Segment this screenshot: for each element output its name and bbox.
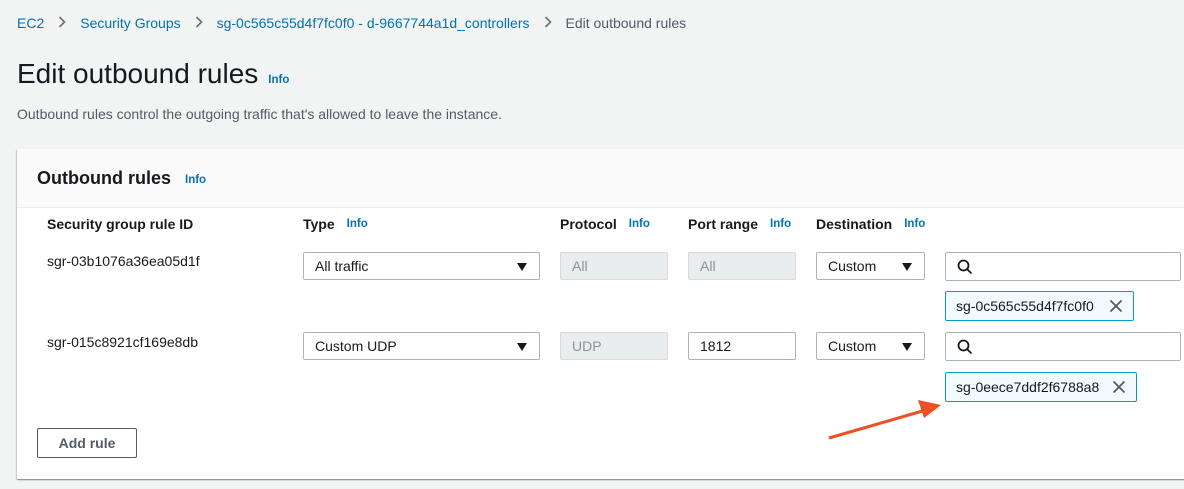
breadcrumb-current: Edit outbound rules [565,15,687,31]
panel-title: Outbound rules [37,167,171,188]
column-header-rule-id-label: Security group rule ID [47,216,194,232]
chevron-right-icon [195,15,203,31]
breadcrumb-ec2-link[interactable]: EC2 [17,15,44,31]
add-rule-button[interactable]: Add rule [37,428,137,458]
protocol-field-1: All [560,252,668,280]
type-select-1-value: All traffic [315,258,369,274]
column-header-rule-id: Security group rule ID [47,216,193,232]
port-range-input-2[interactable]: 1812 [688,332,796,360]
caret-down-icon [902,263,912,271]
destination-token-2-label: sg-0eece7ddf2f6788a8 [956,379,1100,395]
destination-token-2: sg-0eece7ddf2f6788a8 [945,372,1137,402]
page-description: Outbound rules control the outgoing traf… [17,106,502,122]
page-info-link[interactable]: Info [268,74,289,86]
rule-id-2: sgr-015c8921cf169e8db [47,334,199,350]
port-range-field-1: All [688,252,796,280]
destination-select-1[interactable]: Custom [816,252,925,280]
panel-header: Outbound rules Info [17,149,1184,208]
type-select-1[interactable]: All traffic [303,252,540,280]
destination-select-2-value: Custom [828,338,877,354]
breadcrumb: EC2 Security Groups sg-0c565c55d4f7fc0f0… [17,15,686,31]
column-header-destination: Destination Info [816,216,925,232]
search-icon [957,259,973,275]
protocol-info-link[interactable]: Info [629,218,650,230]
column-header-type: Type Info [303,216,368,232]
panel-info-link[interactable]: Info [185,174,206,186]
destination-search-input-1[interactable] [945,252,1181,281]
destination-select-1-value: Custom [828,258,877,274]
column-header-protocol: Protocol Info [560,216,650,232]
column-header-protocol-label: Protocol [560,216,617,232]
caret-down-icon [517,263,527,271]
caret-down-icon [517,343,527,351]
protocol-field-2: UDP [560,332,668,360]
destination-token-1-label: sg-0c565c55d4f7fc0f0 [956,298,1094,314]
page-header: Edit outbound rules Info [17,58,289,90]
close-icon[interactable] [1112,380,1126,394]
chevron-right-icon [544,15,552,31]
breadcrumb-security-group-link[interactable]: sg-0c565c55d4f7fc0f0 - d-9667744a1d_cont… [217,15,530,31]
column-header-type-label: Type [303,216,335,232]
chevron-right-icon [58,15,66,31]
page-title: Edit outbound rules [17,58,259,89]
port-range-info-link[interactable]: Info [770,218,791,230]
destination-info-link[interactable]: Info [904,218,925,230]
destination-token-1: sg-0c565c55d4f7fc0f0 [945,291,1134,321]
outbound-rules-panel: Outbound rules Info Security group rule … [17,149,1184,479]
close-icon[interactable] [1109,299,1123,313]
type-info-link[interactable]: Info [347,218,368,230]
column-header-port-range: Port range Info [688,216,791,232]
column-header-port-range-label: Port range [688,216,759,232]
breadcrumb-security-groups-link[interactable]: Security Groups [80,15,180,31]
rule-id-1: sgr-03b1076a36ea05d1f [47,253,200,269]
type-select-2[interactable]: Custom UDP [303,332,540,360]
type-select-2-value: Custom UDP [315,338,397,354]
search-icon [957,339,973,355]
destination-select-2[interactable]: Custom [816,332,925,360]
column-header-destination-label: Destination [816,216,893,232]
caret-down-icon [902,343,912,351]
destination-search-input-2[interactable] [945,332,1181,361]
